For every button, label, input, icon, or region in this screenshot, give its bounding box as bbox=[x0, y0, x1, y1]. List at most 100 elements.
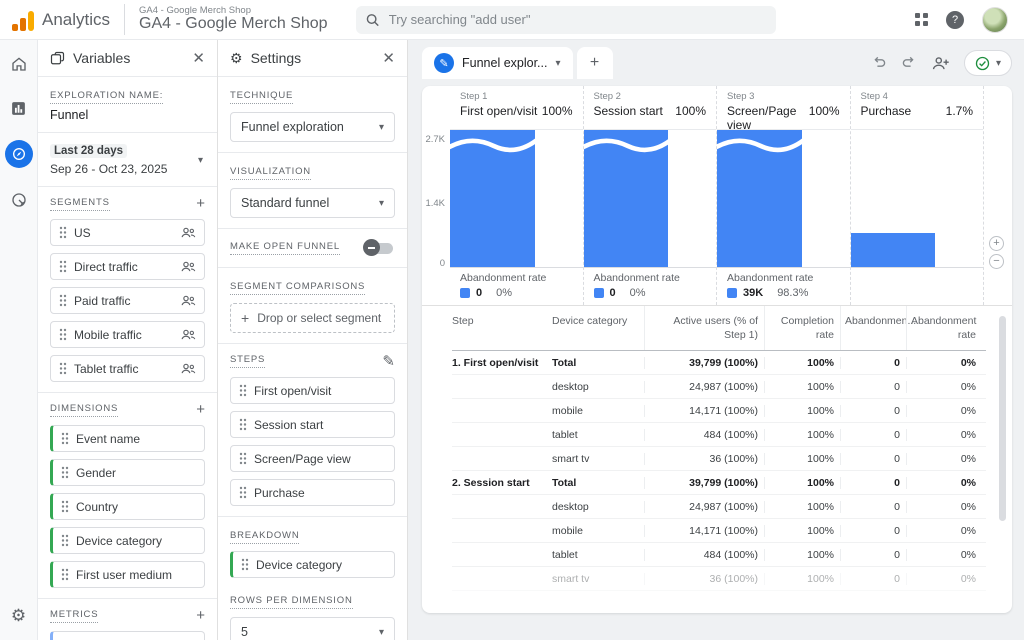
table-row[interactable]: 1. First open/visit Total 39,799 (100%) … bbox=[452, 351, 986, 375]
table-row[interactable]: tablet 484 (100%) 100% 0 0% bbox=[452, 543, 986, 567]
apps-grid-icon[interactable] bbox=[915, 13, 928, 26]
drag-handle-icon[interactable] bbox=[239, 486, 247, 499]
col-header-device-category[interactable]: Device category bbox=[552, 306, 644, 350]
table-row[interactable]: tablet 484 (100%) 100% 0 0% bbox=[452, 423, 986, 447]
funnel-bar[interactable] bbox=[450, 130, 535, 267]
dimension-chip[interactable]: Event name bbox=[50, 425, 205, 452]
drag-handle-icon[interactable] bbox=[59, 260, 67, 273]
funnel-step-column: Step 2 Session start 100% bbox=[583, 86, 717, 305]
col-header-step[interactable]: Step bbox=[452, 306, 552, 350]
nav-advertising-icon[interactable] bbox=[7, 188, 31, 212]
search-input[interactable] bbox=[389, 12, 766, 27]
admin-gear-icon[interactable]: ⚙ bbox=[11, 606, 26, 626]
y-tick-mid: 1.4K bbox=[425, 198, 445, 209]
dimension-chip[interactable]: Gender bbox=[50, 459, 205, 486]
drag-handle-icon[interactable] bbox=[239, 418, 247, 431]
help-icon[interactable]: ? bbox=[946, 11, 964, 29]
step-chip-label: Purchase bbox=[254, 486, 305, 500]
add-dimension-icon[interactable]: + bbox=[196, 401, 205, 418]
col-header-abandonments[interactable]: Abandonmen... bbox=[840, 306, 906, 350]
table-body: 1. First open/visit Total 39,799 (100%) … bbox=[452, 351, 986, 591]
table-row[interactable]: desktop 24,987 (100%) 100% 0 0% bbox=[452, 375, 986, 399]
segment-chip[interactable]: Direct traffic bbox=[50, 253, 205, 280]
dimension-chip[interactable]: Device category bbox=[50, 527, 205, 554]
technique-select[interactable]: Funnel exploration ▾ bbox=[230, 112, 395, 142]
drag-handle-icon[interactable] bbox=[241, 558, 249, 571]
funnel-step-chip[interactable]: Purchase bbox=[230, 479, 395, 506]
add-segment-icon[interactable]: + bbox=[196, 195, 205, 212]
nav-explore-icon[interactable] bbox=[5, 140, 33, 168]
visualization-value: Standard funnel bbox=[241, 196, 329, 210]
funnel-bar[interactable] bbox=[584, 130, 669, 267]
share-person-add-icon[interactable] bbox=[931, 56, 950, 71]
export-status-button[interactable]: ▾ bbox=[964, 50, 1012, 76]
segment-chip[interactable]: Mobile traffic bbox=[50, 321, 205, 348]
drag-handle-icon[interactable] bbox=[59, 328, 67, 341]
make-open-funnel-toggle[interactable] bbox=[363, 239, 395, 257]
funnel-step-chip[interactable]: Session start bbox=[230, 411, 395, 438]
drag-handle-icon[interactable] bbox=[61, 432, 69, 445]
nav-home-icon[interactable] bbox=[7, 52, 31, 76]
add-metric-icon[interactable]: + bbox=[196, 607, 205, 624]
drag-handle-icon[interactable] bbox=[59, 362, 67, 375]
nav-reports-icon[interactable] bbox=[7, 96, 31, 120]
drag-handle-icon[interactable] bbox=[61, 466, 69, 479]
segment-chip[interactable]: Paid traffic bbox=[50, 287, 205, 314]
date-preset[interactable]: Last 28 days bbox=[50, 144, 127, 158]
variables-close-icon[interactable]: ✕ bbox=[192, 49, 205, 67]
dimension-chip[interactable]: Country bbox=[50, 493, 205, 520]
undo-icon[interactable] bbox=[871, 55, 887, 71]
truncation-wave-icon bbox=[717, 135, 802, 157]
exploration-tab[interactable]: ✎ Funnel explor... ▾ bbox=[422, 47, 573, 79]
zoom-in-icon[interactable]: + bbox=[989, 236, 1004, 251]
redo-icon[interactable] bbox=[901, 55, 917, 71]
drag-handle-icon[interactable] bbox=[61, 568, 69, 581]
zoom-out-icon[interactable]: − bbox=[989, 254, 1004, 269]
drag-handle-icon[interactable] bbox=[61, 534, 69, 547]
table-row[interactable]: mobile 14,171 (100%) 100% 0 0% bbox=[452, 519, 986, 543]
visualization-select[interactable]: Standard funnel ▾ bbox=[230, 188, 395, 218]
drag-handle-icon[interactable] bbox=[59, 294, 67, 307]
dimension-chip[interactable]: First user medium bbox=[50, 561, 205, 588]
col-header-completion-rate[interactable]: Completion rate bbox=[764, 306, 840, 350]
cell-device: smart tv bbox=[552, 453, 644, 465]
global-search[interactable] bbox=[356, 6, 776, 34]
add-tab-button[interactable]: + bbox=[577, 47, 613, 79]
drag-handle-icon[interactable] bbox=[61, 500, 69, 513]
edit-steps-pencil-icon[interactable]: ✎ bbox=[382, 352, 395, 370]
dimensions-section: DIMENSIONS + Event name Gender Country bbox=[38, 393, 217, 599]
step-completion-pct: 100% bbox=[809, 104, 840, 118]
analytics-logo-icon[interactable] bbox=[12, 9, 34, 31]
drag-handle-icon[interactable] bbox=[59, 226, 67, 239]
date-caret-icon[interactable]: ▾ bbox=[198, 155, 203, 166]
dimension-label: Device category bbox=[76, 534, 162, 548]
exploration-name-value[interactable]: Funnel bbox=[50, 108, 205, 122]
col-header-active-users[interactable]: Active users (% of Step 1) bbox=[644, 306, 764, 350]
drag-handle-icon[interactable] bbox=[239, 452, 247, 465]
funnel-step-chip[interactable]: First open/visit bbox=[230, 377, 395, 404]
cell-active-users: 14,171 (100%) bbox=[644, 525, 764, 537]
property-selector[interactable]: GA4 - Google Merch Shop GA4 - Google Mer… bbox=[124, 4, 342, 35]
table-row[interactable]: 2. Session start Total 39,799 (100%) 100… bbox=[452, 471, 986, 495]
col-header-abandonment-rate[interactable]: Abandonment rate bbox=[906, 306, 982, 350]
drop-segment-zone[interactable]: + Drop or select segment bbox=[230, 303, 395, 333]
segment-chip[interactable]: US bbox=[50, 219, 205, 246]
table-row[interactable]: desktop 24,987 (100%) 100% 0 0% bbox=[452, 495, 986, 519]
funnel-bar[interactable] bbox=[851, 233, 936, 267]
funnel-bar[interactable] bbox=[717, 130, 802, 267]
breakdown-chip[interactable]: Device category bbox=[230, 551, 395, 578]
metric-chip[interactable]: Active users bbox=[50, 631, 205, 640]
segment-chip[interactable]: Tablet traffic bbox=[50, 355, 205, 382]
table-scrollbar-thumb[interactable] bbox=[999, 316, 1006, 521]
date-range-section[interactable]: Last 28 days Sep 26 - Oct 23, 2025 ▾ bbox=[38, 133, 217, 187]
table-row[interactable]: smart tv 36 (100%) 100% 0 0% bbox=[452, 567, 986, 591]
table-row[interactable]: mobile 14,171 (100%) 100% 0 0% bbox=[452, 399, 986, 423]
tab-caret-icon[interactable]: ▾ bbox=[555, 58, 560, 69]
avatar[interactable] bbox=[982, 7, 1008, 33]
settings-close-icon[interactable]: ✕ bbox=[382, 49, 395, 67]
rows-per-dimension-select[interactable]: 5 ▾ bbox=[230, 617, 395, 640]
table-row[interactable]: smart tv 36 (100%) 100% 0 0% bbox=[452, 447, 986, 471]
segment-label: US bbox=[74, 226, 91, 240]
funnel-step-chip[interactable]: Screen/Page view bbox=[230, 445, 395, 472]
drag-handle-icon[interactable] bbox=[239, 384, 247, 397]
